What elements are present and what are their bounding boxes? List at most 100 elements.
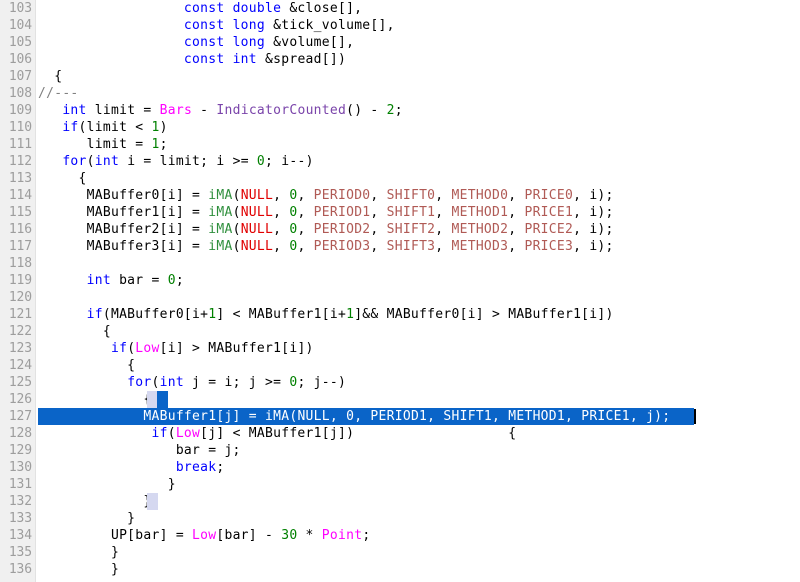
- token-plain: ,: [508, 188, 525, 203]
- token-plain: ): [159, 120, 168, 135]
- code-line[interactable]: {: [0, 357, 800, 374]
- token-num: 1: [151, 120, 160, 135]
- code-line[interactable]: }: [0, 493, 800, 510]
- code-line[interactable]: if(Low[j] < MABuffer1[j]) {: [0, 425, 800, 442]
- code-line[interactable]: [0, 255, 800, 272]
- token-plain: ]&& MABuffer0[i] > MABuffer1[i]): [354, 307, 614, 322]
- token-cst: NULL: [240, 205, 274, 220]
- code-line[interactable]: if(limit < 1): [0, 119, 800, 136]
- token-plain: {: [38, 171, 87, 186]
- token-plain: ,: [297, 188, 314, 203]
- token-plain: ; i--): [265, 154, 314, 169]
- token-plain: ,: [508, 205, 525, 220]
- code-line[interactable]: if(Low[i] > MABuffer1[i]): [0, 340, 800, 357]
- code-line[interactable]: break;: [0, 459, 800, 476]
- token-plain: &close[],: [281, 1, 363, 16]
- code-line[interactable]: {: [0, 323, 800, 340]
- line-number: 105: [8, 35, 32, 50]
- token-plain: ,: [435, 188, 452, 203]
- code-line[interactable]: MABuffer0[i] = iMA(NULL, 0, PERIOD0, SHI…: [0, 187, 800, 204]
- code-line[interactable]: const double &close[],: [0, 0, 800, 17]
- code-line[interactable]: const long &tick_volume[],: [0, 17, 800, 34]
- code-line[interactable]: UP[bar] = Low[bar] - 30 * Point;: [0, 527, 800, 544]
- token-fn: iMA: [208, 205, 233, 220]
- token-kw: for: [127, 375, 152, 390]
- token-cmt: //---: [38, 86, 79, 101]
- token-plain: ,: [297, 222, 314, 237]
- code-line[interactable]: [0, 289, 800, 306]
- text-caret: [694, 409, 697, 424]
- token-num: 30: [281, 528, 298, 543]
- code-line[interactable]: const int &spread[]): [0, 51, 800, 68]
- token-plain: ,: [273, 239, 290, 254]
- code-line[interactable]: for(int i = limit; i >= 0; i--): [0, 153, 800, 170]
- token-plain: () -: [346, 103, 387, 118]
- token-plain: limit =: [86, 103, 160, 118]
- code-text: int limit = Bars - IndicatorCounted() - …: [0, 102, 403, 119]
- line-number: 104: [8, 18, 32, 33]
- token-plain: (: [151, 375, 160, 390]
- token-plain: ,: [435, 222, 452, 237]
- token-plain: *: [297, 528, 322, 543]
- token-plain: ;: [394, 103, 403, 118]
- code-line[interactable]: MABuffer1[i] = iMA(NULL, 0, PERIOD1, SHI…: [0, 204, 800, 221]
- code-text: for(int j = i; j >= 0; j--): [0, 374, 346, 391]
- code-line[interactable]: int bar = 0;: [0, 272, 800, 289]
- code-line[interactable]: }: [0, 510, 800, 527]
- code-text: UP[bar] = Low[bar] - 30 * Point;: [0, 527, 370, 544]
- code-line[interactable]: MABuffer2[i] = iMA(NULL, 0, PERIOD2, SHI…: [0, 221, 800, 238]
- code-line[interactable]: limit = 1;: [0, 136, 800, 153]
- token-pre: Low: [135, 341, 160, 356]
- token-plain: ,: [354, 409, 371, 424]
- code-line[interactable]: {: [0, 170, 800, 187]
- token-cst: NULL: [297, 409, 330, 424]
- line-number-gutter: 103 104 105 106 107 108 109 110 111 112 113 114 115 1…: [0, 0, 36, 582]
- line-number: 134: [8, 528, 32, 543]
- token-plain: j = i; j >=: [183, 375, 290, 390]
- token-plain: }: [38, 562, 120, 577]
- token-fn: iMA: [208, 222, 233, 237]
- code-line[interactable]: for(int j = i; j >= 0; j--): [0, 374, 800, 391]
- line-number: 129: [8, 443, 32, 458]
- token-plain: , j);: [629, 409, 671, 424]
- token-plain: limit =: [38, 137, 152, 152]
- token-ext: METHOD2: [451, 222, 509, 237]
- token-plain: [bar] -: [216, 528, 282, 543]
- code-text-area[interactable]: const double &close[], const long &tick_…: [0, 0, 800, 582]
- code-line[interactable]: {: [0, 391, 800, 408]
- code-line[interactable]: {: [0, 68, 800, 85]
- token-plain: ;: [175, 273, 184, 288]
- line-number: 132: [8, 494, 32, 509]
- token-plain: [j] < MABuffer1[j]) {: [200, 426, 517, 441]
- token-plain: [i] > MABuffer1[i]): [159, 341, 314, 356]
- token-num: 1: [151, 137, 160, 152]
- code-line[interactable]: int limit = Bars - IndicatorCounted() - …: [0, 102, 800, 119]
- token-kw: int: [159, 375, 184, 390]
- token-plain: i = limit; i >=: [119, 154, 257, 169]
- code-line[interactable]: }: [0, 476, 800, 493]
- code-line[interactable]: MABuffer3[i] = iMA(NULL, 0, PERIOD3, SHI…: [0, 238, 800, 255]
- code-line[interactable]: if(MABuffer0[i+1] < MABuffer1[i+1]&& MAB…: [0, 306, 800, 323]
- code-line[interactable]: bar = j;: [0, 442, 800, 459]
- token-plain: {: [38, 69, 63, 84]
- token-plain: , i);: [573, 239, 614, 254]
- token-plain: MABuffer0[i] =: [38, 188, 209, 203]
- code-line[interactable]: //---: [0, 85, 800, 102]
- code-text: MABuffer1[j] = iMA(NULL, 0, PERIOD1, SHI…: [0, 408, 670, 425]
- token-pre: Low: [192, 528, 217, 543]
- code-line-selected[interactable]: MABuffer1[j] = iMA(NULL, 0, PERIOD1, SHI…: [0, 408, 800, 425]
- token-kw: if: [151, 426, 168, 441]
- token-kw: if: [110, 341, 128, 356]
- token-pre: Point: [321, 528, 363, 543]
- line-number: 115: [8, 205, 32, 220]
- code-text: const int &spread[]): [0, 51, 346, 68]
- code-line[interactable]: }: [0, 561, 800, 578]
- code-line[interactable]: }: [0, 544, 800, 561]
- token-plain: MABuffer1[j] =: [38, 409, 265, 424]
- code-editor[interactable]: 103 104 105 106 107 108 109 110 111 112 113 114 115 1…: [0, 0, 800, 582]
- token-plain: ,: [370, 239, 387, 254]
- code-line[interactable]: const long &volume[],: [0, 34, 800, 51]
